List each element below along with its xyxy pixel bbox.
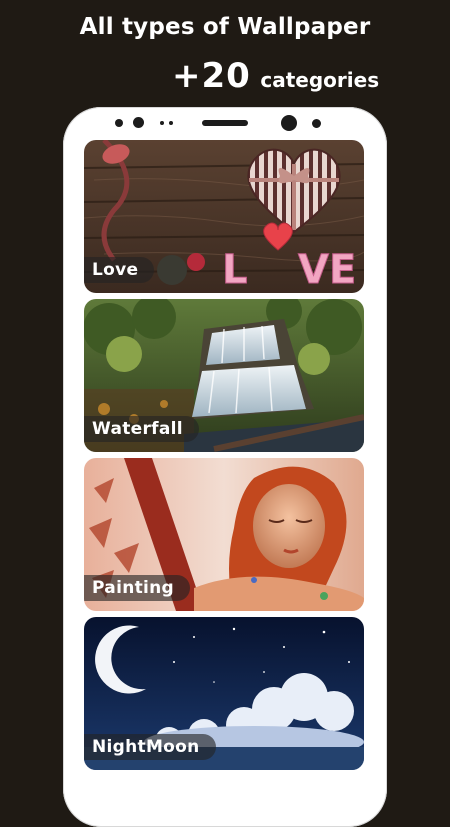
category-card-waterfall[interactable]: Waterfall bbox=[84, 299, 364, 452]
category-label: Love bbox=[84, 257, 155, 283]
promo-title: All types of Wallpaper bbox=[79, 14, 371, 40]
category-card-love[interactable]: L VE Love bbox=[84, 140, 364, 293]
promo-subtitle: +20 categories bbox=[172, 56, 379, 96]
sensor-dot bbox=[160, 121, 164, 125]
earpiece-speaker bbox=[202, 120, 248, 126]
category-card-painting[interactable]: Painting bbox=[84, 458, 364, 611]
category-label: NightMoon bbox=[84, 734, 216, 760]
category-card-nightmoon[interactable]: NightMoon bbox=[84, 617, 364, 770]
proximity-sensor bbox=[312, 119, 321, 128]
phone-mockup: L VE Love Waterfall Painting NightMoon bbox=[63, 107, 387, 827]
sensor-dot bbox=[169, 121, 173, 125]
front-sensor-dot bbox=[115, 119, 123, 127]
svg-text:VE: VE bbox=[298, 247, 356, 293]
category-count: +20 bbox=[172, 56, 251, 96]
category-label: Painting bbox=[84, 575, 191, 601]
category-count-label: categories bbox=[260, 68, 380, 92]
front-camera bbox=[281, 115, 297, 131]
category-label: Waterfall bbox=[84, 416, 199, 442]
svg-text:L: L bbox=[222, 247, 248, 293]
front-camera-small bbox=[133, 117, 144, 128]
